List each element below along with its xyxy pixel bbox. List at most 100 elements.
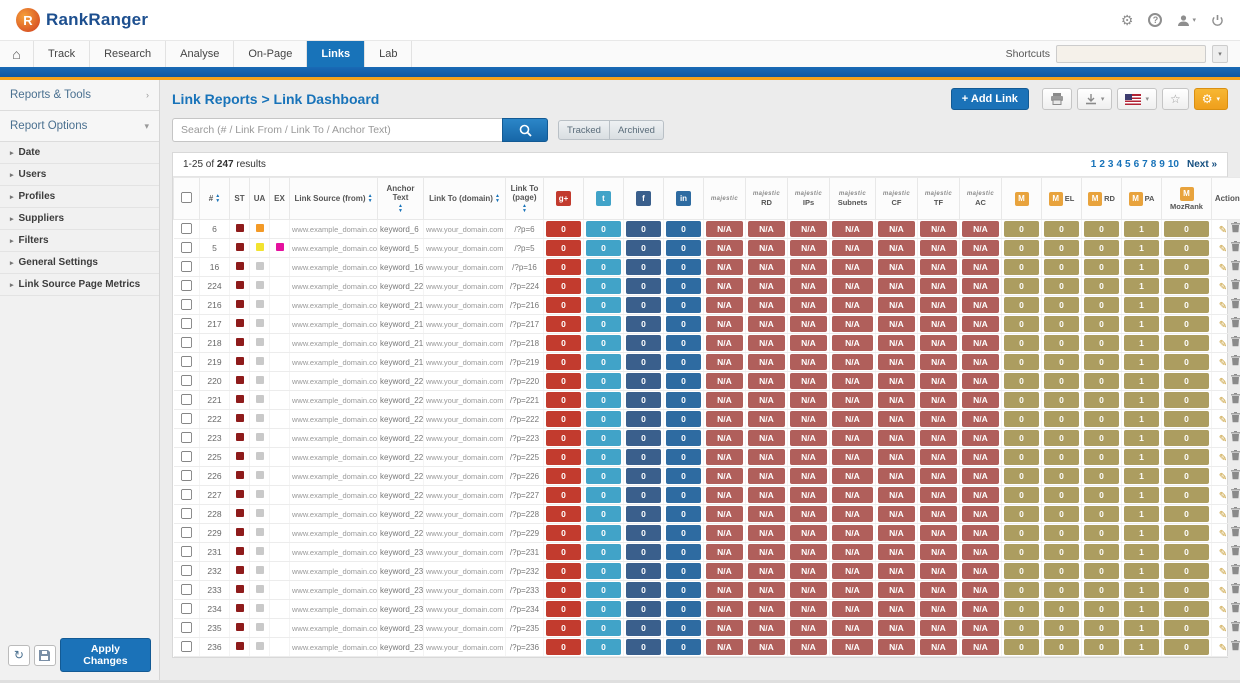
link-to-domain-cell[interactable]: www.your_domain.com↗ — [424, 619, 506, 638]
link-to-page-cell[interactable]: /?p=16 — [506, 258, 544, 277]
refresh-button[interactable]: ↻ — [8, 645, 30, 666]
link-to-page-cell[interactable]: /?p=229 — [506, 524, 544, 543]
sidebar-item-filters[interactable]: ▸Filters — [0, 230, 159, 252]
link-to-page-cell[interactable]: /?p=224 — [506, 277, 544, 296]
link-to-domain-cell[interactable]: www.your_domain.com↗ — [424, 543, 506, 562]
edit-icon[interactable]: ✎ — [1219, 491, 1227, 502]
link-to-page-cell[interactable]: /?p=218 — [506, 334, 544, 353]
link-source-cell[interactable]: www.example_domain.com↗ — [290, 619, 378, 638]
link-to-domain-cell[interactable]: www.your_domain.com↗ — [424, 486, 506, 505]
favorite-button[interactable]: ☆ — [1162, 88, 1189, 110]
delete-icon[interactable] — [1231, 583, 1240, 594]
delete-icon[interactable] — [1231, 298, 1240, 309]
sidebar-section-reports-tools[interactable]: Reports & Tools › — [0, 80, 159, 111]
link-source-cell[interactable]: www.example_domain.com↗ — [290, 600, 378, 619]
link-to-page-cell[interactable]: /?p=228 — [506, 505, 544, 524]
link-source-cell[interactable]: www.example_domain.com↗ — [290, 638, 378, 657]
link-to-domain-cell[interactable]: www.your_domain.com↗ — [424, 277, 506, 296]
edit-icon[interactable]: ✎ — [1219, 567, 1227, 578]
edit-icon[interactable]: ✎ — [1219, 282, 1227, 293]
help-button[interactable]: ? — [1148, 13, 1162, 27]
delete-icon[interactable] — [1231, 488, 1240, 499]
link-source-cell[interactable]: www.example_domain.com↗ — [290, 467, 378, 486]
settings-button[interactable]: ⚙ — [1121, 13, 1134, 27]
link-source-cell[interactable]: www.example_domain.com↗ — [290, 562, 378, 581]
row-checkbox[interactable] — [181, 260, 192, 271]
edit-icon[interactable]: ✎ — [1219, 225, 1227, 236]
shortcuts-input[interactable] — [1056, 45, 1206, 63]
edit-icon[interactable]: ✎ — [1219, 624, 1227, 635]
sidebar-item-general-settings[interactable]: ▸General Settings — [0, 252, 159, 274]
link-to-page-cell[interactable]: /?p=220 — [506, 372, 544, 391]
page-link-9[interactable]: 9 — [1159, 159, 1165, 170]
row-checkbox[interactable] — [181, 241, 192, 252]
logout-button[interactable] — [1211, 14, 1224, 27]
link-source-cell[interactable]: www.example_domain.com↗ — [290, 315, 378, 334]
export-button[interactable]: ▾ — [1077, 88, 1113, 110]
link-to-domain-cell[interactable]: www.your_domain.com↗ — [424, 581, 506, 600]
edit-icon[interactable]: ✎ — [1219, 472, 1227, 483]
page-link-6[interactable]: 6 — [1134, 159, 1140, 170]
sort-arrows-icon[interactable]: ▲▼ — [398, 204, 403, 213]
page-link-5[interactable]: 5 — [1125, 159, 1131, 170]
link-to-domain-cell[interactable]: www.your_domain.com↗ — [424, 448, 506, 467]
link-source-cell[interactable]: www.example_domain.com↗ — [290, 258, 378, 277]
delete-icon[interactable] — [1231, 279, 1240, 290]
link-to-page-cell[interactable]: /?p=235 — [506, 619, 544, 638]
delete-icon[interactable] — [1231, 640, 1240, 651]
row-checkbox[interactable] — [181, 545, 192, 556]
row-checkbox[interactable] — [181, 450, 192, 461]
sort-arrows-icon[interactable]: ▲▼ — [495, 194, 500, 203]
link-to-domain-cell[interactable]: www.your_domain.com↗ — [424, 524, 506, 543]
row-checkbox[interactable] — [181, 488, 192, 499]
edit-icon[interactable]: ✎ — [1219, 453, 1227, 464]
row-checkbox[interactable] — [181, 621, 192, 632]
link-to-domain-cell[interactable]: www.your_domain.com↗ — [424, 239, 506, 258]
link-to-page-cell[interactable]: /?p=223 — [506, 429, 544, 448]
delete-icon[interactable] — [1231, 545, 1240, 556]
delete-icon[interactable] — [1231, 241, 1240, 252]
edit-icon[interactable]: ✎ — [1219, 605, 1227, 616]
delete-icon[interactable] — [1231, 564, 1240, 575]
shortcuts-dropdown-button[interactable]: ▾ — [1212, 45, 1228, 63]
link-source-cell[interactable]: www.example_domain.com↗ — [290, 543, 378, 562]
delete-icon[interactable] — [1231, 336, 1240, 347]
row-checkbox[interactable] — [181, 507, 192, 518]
link-to-domain-cell[interactable]: www.your_domain.com↗ — [424, 220, 506, 239]
sort-arrows-icon[interactable]: ▲▼ — [215, 194, 220, 203]
col-header-source[interactable]: Link Source (from)▲▼ — [290, 178, 378, 220]
row-checkbox[interactable] — [181, 526, 192, 537]
edit-icon[interactable]: ✎ — [1219, 510, 1227, 521]
delete-icon[interactable] — [1231, 317, 1240, 328]
language-flag-button[interactable]: ▾ — [1117, 88, 1157, 110]
search-input[interactable] — [172, 118, 502, 142]
edit-icon[interactable]: ✎ — [1219, 434, 1227, 445]
link-to-domain-cell[interactable]: www.your_domain.com↗ — [424, 467, 506, 486]
edit-icon[interactable]: ✎ — [1219, 396, 1227, 407]
row-checkbox[interactable] — [181, 640, 192, 651]
link-to-page-cell[interactable]: /?p=221 — [506, 391, 544, 410]
link-to-page-cell[interactable]: /?p=234 — [506, 600, 544, 619]
search-button[interactable] — [502, 118, 548, 142]
link-to-domain-cell[interactable]: www.your_domain.com↗ — [424, 410, 506, 429]
col-header-num[interactable]: #▲▼ — [200, 178, 230, 220]
sidebar-item-date[interactable]: ▸Date — [0, 142, 159, 164]
edit-icon[interactable]: ✎ — [1219, 301, 1227, 312]
tracked-toggle[interactable]: Tracked — [558, 120, 610, 140]
delete-icon[interactable] — [1231, 222, 1240, 233]
nav-tab-track[interactable]: Track — [34, 41, 90, 67]
nav-tab-links[interactable]: Links — [307, 41, 365, 67]
nav-tab-lab[interactable]: Lab — [365, 41, 412, 67]
row-checkbox[interactable] — [181, 279, 192, 290]
archived-toggle[interactable]: Archived — [610, 120, 664, 140]
sidebar-item-link-source-page-metrics[interactable]: ▸Link Source Page Metrics — [0, 274, 159, 296]
delete-icon[interactable] — [1231, 507, 1240, 518]
nav-tab-on-page[interactable]: On-Page — [234, 41, 307, 67]
sidebar-item-profiles[interactable]: ▸Profiles — [0, 186, 159, 208]
link-source-cell[interactable]: www.example_domain.com↗ — [290, 448, 378, 467]
link-to-domain-cell[interactable]: www.your_domain.com↗ — [424, 391, 506, 410]
sort-arrows-icon[interactable]: ▲▼ — [368, 194, 373, 203]
page-link-7[interactable]: 7 — [1142, 159, 1148, 170]
edit-icon[interactable]: ✎ — [1219, 529, 1227, 540]
col-header-to-domain[interactable]: Link To (domain)▲▼ — [424, 178, 506, 220]
